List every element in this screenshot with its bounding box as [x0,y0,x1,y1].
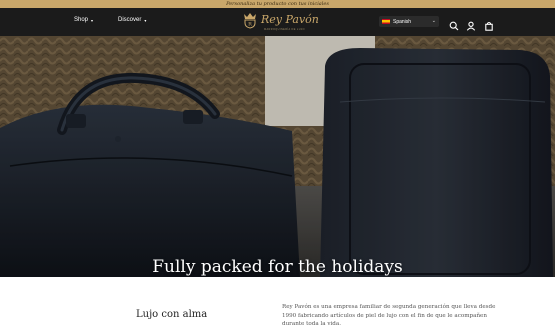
brand-tagline: MARROQUINERÍA DE LUJO [264,28,305,31]
crown-shield-icon: R [244,13,256,29]
bag-icon [485,21,493,31]
nav-discover-label: Discover [118,17,142,23]
brand-name: Rey Pavón [261,13,319,26]
chevron-down-icon: ▾ [144,17,147,23]
search-icon [449,21,459,31]
hero-image [0,36,555,277]
user-icon [466,21,476,31]
announcement-bar: Personaliza tu producto con tus iniciale… [0,0,555,8]
announcement-text: Personaliza tu producto con tus iniciale… [226,1,329,7]
account-button[interactable] [466,16,476,31]
nav-shop-label: Shop [74,17,89,23]
hero-banner[interactable]: Fully packed for the holidays [0,36,555,277]
chevron-down-icon: ⌄ [431,18,436,24]
svg-text:R: R [248,22,252,28]
spain-flag-icon [382,19,390,24]
hero-title: Fully packed for the holidays [152,257,403,277]
nav-shop[interactable]: Shop ▾ [74,17,93,23]
nav-discover[interactable]: Discover ▾ [118,17,146,23]
brand-logo[interactable]: R Rey Pavón MARROQUINERÍA DE LUJO [241,11,319,35]
language-label: Spanish [393,18,412,25]
chevron-down-icon: ▾ [91,17,94,23]
about-text: Rey Pavón es una empresa familiar de seg… [282,304,496,327]
search-button[interactable] [449,16,459,31]
about-heading: Lujo con alma [136,309,208,320]
language-selector[interactable]: Spanish ⌄ [379,16,439,27]
cart-button[interactable] [484,16,494,31]
